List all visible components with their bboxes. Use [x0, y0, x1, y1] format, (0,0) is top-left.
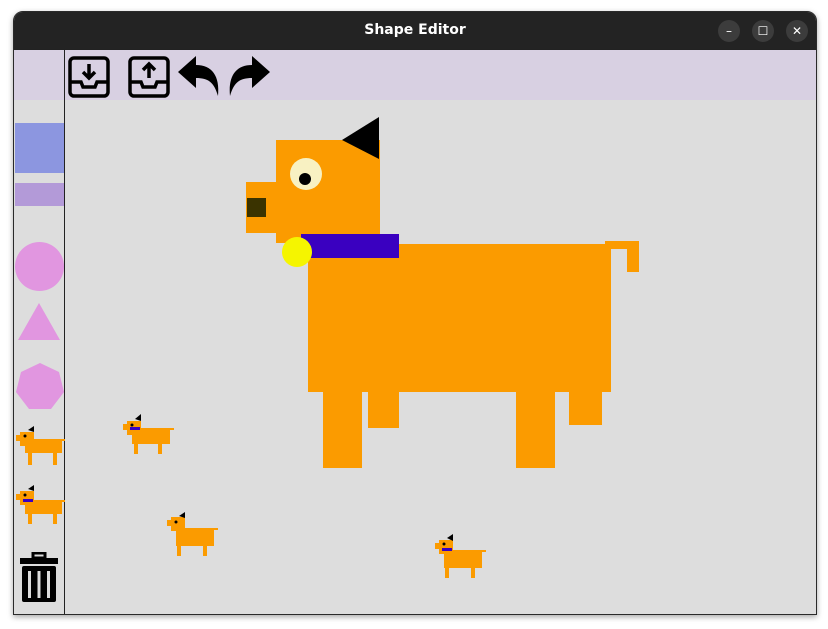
small-dog-2[interactable] [165, 512, 219, 560]
close-icon: ✕ [791, 24, 803, 38]
dog-tag [282, 237, 312, 267]
dog-leg-front-short [368, 391, 399, 428]
minimize-button[interactable]: – [718, 20, 740, 42]
window-title: Shape Editor [364, 22, 466, 38]
dog-leg-back [516, 391, 555, 468]
save-icon [68, 56, 110, 98]
undo-icon [178, 56, 219, 96]
dog-leg-front [323, 391, 362, 468]
undo-button[interactable] [176, 54, 220, 98]
app-window: Shape Editor – ☐ ✕ [13, 11, 817, 615]
large-dog[interactable] [246, 117, 639, 468]
dog-head [276, 140, 380, 243]
dog-tail-down [627, 241, 639, 272]
palette-dog-collar[interactable] [15, 482, 65, 526]
close-button[interactable]: ✕ [786, 20, 808, 42]
redo-icon [229, 56, 270, 96]
save-button[interactable] [68, 54, 112, 98]
toolbar [14, 49, 816, 101]
dog-eye-pupil [299, 173, 311, 185]
maximize-button[interactable]: ☐ [752, 20, 774, 42]
drawing-canvas[interactable] [65, 100, 816, 614]
dog-body [308, 244, 611, 392]
dog-nose [247, 198, 266, 217]
palette-thin-rectangle[interactable] [15, 183, 64, 206]
palette-heptagon[interactable] [14, 362, 66, 414]
trash-icon[interactable] [19, 552, 59, 604]
open-button[interactable] [128, 54, 172, 98]
small-dog-3[interactable] [433, 534, 487, 582]
toolbar-corner [14, 50, 65, 100]
shape-palette [14, 100, 65, 614]
palette-dog-plain[interactable] [15, 423, 65, 467]
minimize-icon: – [726, 24, 732, 38]
dog-collar [301, 234, 399, 258]
maximize-icon: ☐ [757, 24, 769, 38]
title-bar: Shape Editor – ☐ ✕ [14, 12, 816, 49]
palette-circle[interactable] [15, 242, 64, 291]
palette-triangle[interactable] [18, 303, 60, 341]
palette-rectangle[interactable] [15, 123, 64, 173]
small-dog-1[interactable] [120, 410, 174, 456]
redo-button[interactable] [226, 54, 270, 98]
open-icon [128, 56, 170, 98]
dog-leg-back-short [569, 391, 602, 425]
